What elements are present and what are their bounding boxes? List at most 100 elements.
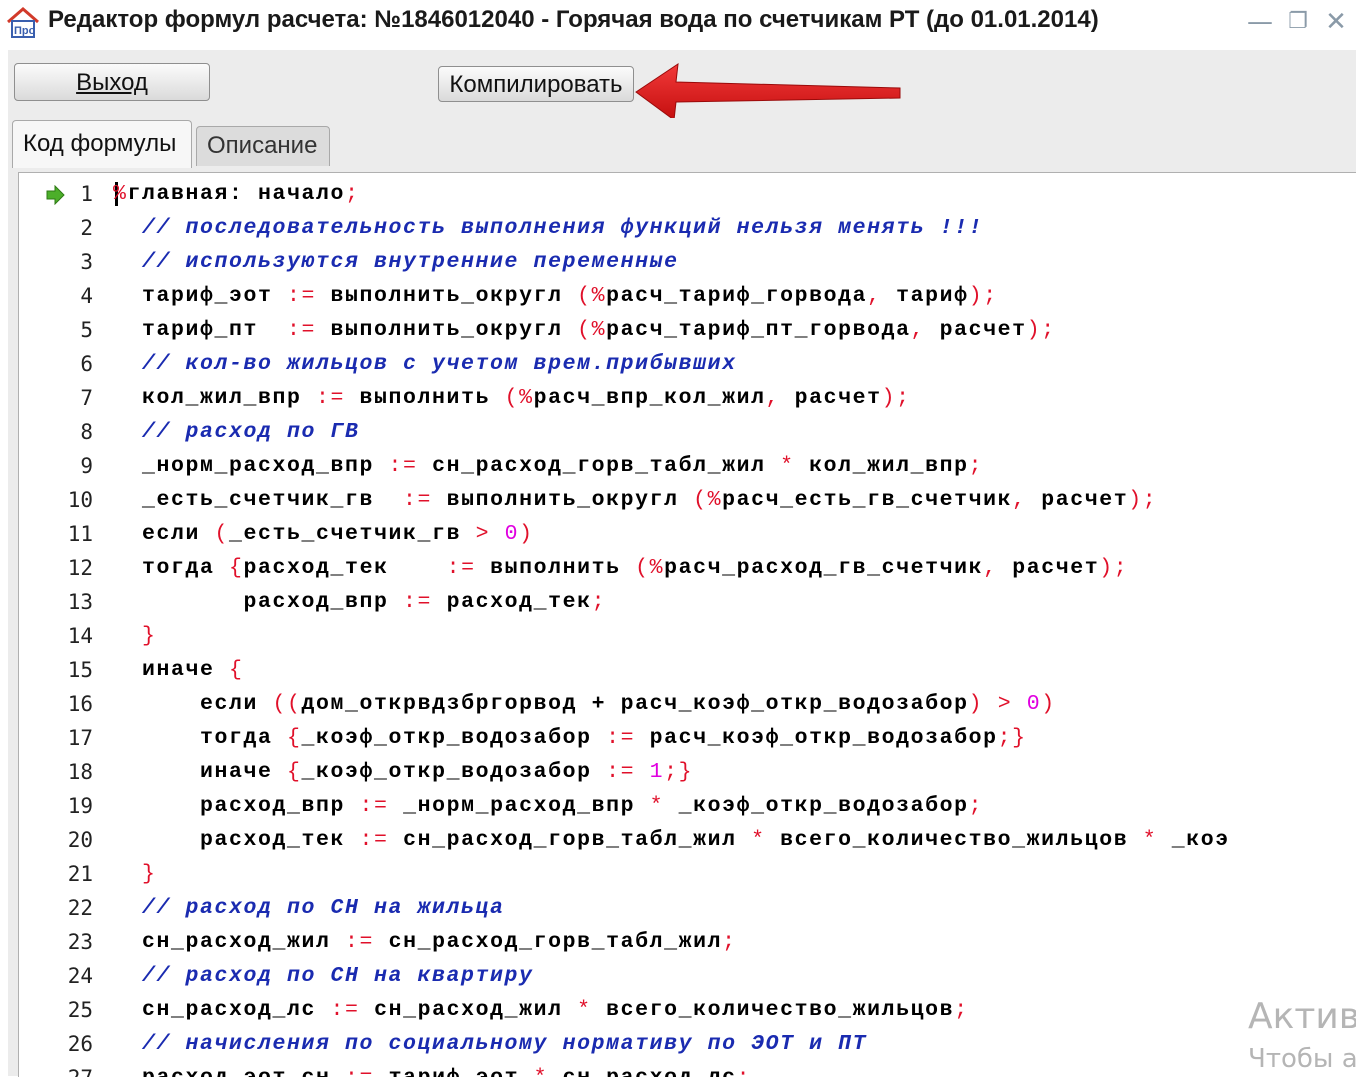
code-token: расход_впр bbox=[113, 590, 404, 614]
line-number-gutter: 1 2 3 4 5 6 7 8 9 10 11 12 13 14 15 16 17 18 19 20 21 22 23 24 2… bbox=[19, 173, 101, 1077]
code-operator: ) bbox=[1041, 692, 1056, 716]
code-token: расход_тек bbox=[113, 828, 360, 852]
code-operator: := bbox=[316, 386, 346, 410]
code-line[interactable]: // расход по СН на квартиру bbox=[113, 959, 534, 993]
code-operator: ;} bbox=[664, 760, 694, 784]
code-token: _норм_расход_впр bbox=[113, 454, 389, 478]
code-operator: ) bbox=[968, 692, 984, 716]
code-operator: := bbox=[388, 454, 418, 478]
code-token: тариф bbox=[881, 284, 969, 308]
code-operator: > bbox=[475, 522, 491, 546]
code-area[interactable]: %главная: начало; // последовательность … bbox=[113, 173, 1353, 1077]
code-line[interactable]: если ((дом_открвдзбргорвод + расч_коэф_о… bbox=[113, 687, 1056, 721]
code-line[interactable]: // используются внутренние переменные bbox=[113, 245, 679, 279]
code-token: всего_количество_жильцов bbox=[765, 828, 1143, 852]
code-line[interactable]: если (_есть_счетчик_гв > 0) bbox=[113, 517, 534, 551]
code-line[interactable]: расход_впр := расход_тек; bbox=[113, 585, 606, 619]
code-token: если bbox=[113, 522, 215, 546]
code-operator: (( bbox=[272, 692, 302, 716]
code-editor[interactable]: 1 2 3 4 5 6 7 8 9 10 11 12 13 14 15 16 17 18 19 20 21 22 23 24 2… bbox=[18, 172, 1356, 1077]
code-line[interactable]: // кол-во жильцов с учетом врем.прибывши… bbox=[113, 347, 737, 381]
code-operator: * bbox=[649, 794, 665, 818]
tab-formula-code[interactable]: Код формулы bbox=[12, 120, 192, 168]
maximize-icon[interactable]: ❐ bbox=[1284, 8, 1312, 36]
minimize-icon[interactable]: — bbox=[1246, 8, 1274, 36]
code-token: выполнить_округл bbox=[316, 318, 578, 342]
code-line[interactable]: %главная: начало; bbox=[113, 177, 360, 211]
line-number: 22 bbox=[67, 896, 93, 920]
line-number: 5 bbox=[80, 318, 93, 342]
code-line[interactable]: тогда {_коэф_откр_водозабор := расч_коэф… bbox=[113, 721, 1027, 755]
code-line[interactable]: иначе {_коэф_откр_водозабор := 1;} bbox=[113, 755, 693, 789]
code-token: выполнить bbox=[475, 556, 636, 580]
code-operator: % bbox=[113, 182, 128, 206]
code-number: 0 bbox=[504, 522, 520, 546]
code-token: расч_коэф_откр_водозабор bbox=[635, 726, 998, 750]
code-token: тогда bbox=[113, 556, 230, 580]
code-token: главная: начало bbox=[127, 182, 346, 206]
code-line[interactable]: сн_расход_жил := сн_расход_горв_табл_жил… bbox=[113, 925, 737, 959]
code-operator: { bbox=[229, 658, 244, 682]
code-line[interactable]: тариф_пт := выполнить_округл (%расч_тари… bbox=[113, 313, 1056, 347]
code-number: 1 bbox=[649, 760, 665, 784]
activation-watermark-text: Чтобы а bbox=[1248, 1044, 1356, 1074]
code-line[interactable]: расход_тек := сн_расход_горв_табл_жил * … bbox=[113, 823, 1230, 857]
code-line[interactable]: расход_эот_сн := тариф_эот * сн_расход_л… bbox=[113, 1061, 751, 1077]
code-operator: , bbox=[765, 386, 781, 410]
code-line[interactable]: } bbox=[113, 619, 157, 653]
code-line[interactable]: расход_впр := _норм_расход_впр * _коэф_о… bbox=[113, 789, 983, 823]
code-token: расч_впр_кол_жил bbox=[533, 386, 766, 410]
code-line[interactable]: тариф_эот := выполнить_округл (%расч_тар… bbox=[113, 279, 998, 313]
tab-formula-code-label: Код формулы bbox=[23, 130, 177, 157]
code-line[interactable]: кол_жил_впр := выполнить (%расч_впр_кол_… bbox=[113, 381, 911, 415]
code-operator: := bbox=[446, 556, 476, 580]
code-line[interactable]: _есть_счетчик_гв := выполнить_округл (%р… bbox=[113, 483, 1157, 517]
line-number: 18 bbox=[67, 760, 93, 784]
code-token: расход_тек bbox=[243, 556, 447, 580]
code-operator: := bbox=[403, 488, 433, 512]
compile-button[interactable]: Компилировать bbox=[438, 66, 634, 102]
code-token: кол_жил_впр bbox=[113, 386, 317, 410]
code-token: расчет bbox=[925, 318, 1027, 342]
line-number: 14 bbox=[67, 624, 93, 648]
line-number: 15 bbox=[67, 658, 93, 682]
code-line[interactable]: // начисления по социальному нормативу п… bbox=[113, 1027, 867, 1061]
code-token: сн_расход_жил bbox=[113, 930, 346, 954]
code-operator: ); bbox=[1099, 556, 1129, 580]
code-token: сн_расход_горв_табл_жил bbox=[374, 930, 723, 954]
code-line[interactable]: сн_расход_лс := сн_расход_жил * всего_ко… bbox=[113, 993, 969, 1027]
code-token: иначе bbox=[113, 760, 288, 784]
line-number: 17 bbox=[67, 726, 93, 750]
code-operator: ); bbox=[968, 284, 998, 308]
line-number: 25 bbox=[67, 998, 93, 1022]
code-line[interactable]: // расход по СН на жильца bbox=[113, 891, 505, 925]
code-operator: := bbox=[345, 1066, 374, 1077]
code-line[interactable]: иначе { bbox=[113, 653, 244, 687]
code-token: расч_тариф_горвода bbox=[606, 284, 868, 308]
code-operator: * bbox=[577, 998, 592, 1022]
tab-description[interactable]: Описание bbox=[196, 126, 330, 166]
code-operator: ; bbox=[737, 1066, 752, 1077]
close-icon[interactable]: ✕ bbox=[1322, 8, 1350, 36]
exit-button[interactable]: Выход bbox=[14, 63, 210, 101]
code-token: сн_расход_жил bbox=[359, 998, 578, 1022]
code-line[interactable]: } bbox=[113, 857, 157, 891]
code-token: если bbox=[113, 692, 273, 716]
code-comment: // кол-во жильцов с учетом врем.прибывши… bbox=[113, 352, 737, 376]
code-operator: (% bbox=[693, 488, 723, 512]
code-operator: (% bbox=[577, 318, 607, 342]
window-title: Редактор формул расчета: №1846012040 - Г… bbox=[48, 6, 1099, 33]
code-line[interactable]: _норм_расход_впр := сн_расход_горв_табл_… bbox=[113, 449, 983, 483]
activation-watermark-title: Актив bbox=[1248, 996, 1356, 1037]
code-line[interactable]: // расход по ГВ bbox=[113, 415, 360, 449]
code-token: расчет bbox=[780, 386, 882, 410]
code-line[interactable]: тогда {расход_тек := выполнить (%расч_ра… bbox=[113, 551, 1128, 585]
code-token: расч_есть_гв_счетчик bbox=[722, 488, 1013, 512]
tab-bar: Код формулы Описание bbox=[8, 120, 1356, 168]
code-line[interactable]: // последовательность выполнения функций… bbox=[113, 211, 983, 245]
code-token: _коэ bbox=[1157, 828, 1230, 852]
line-number: 13 bbox=[67, 590, 93, 614]
code-operator: } bbox=[113, 862, 157, 886]
code-operator: ); bbox=[881, 386, 911, 410]
